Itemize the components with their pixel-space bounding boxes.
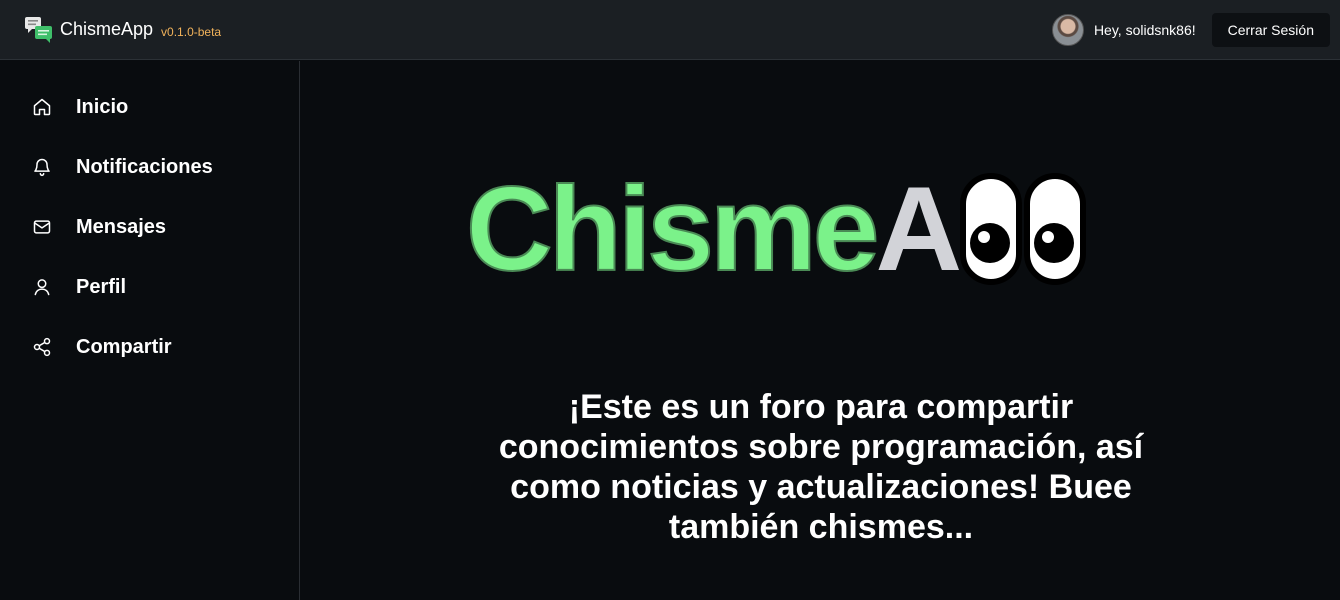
sidebar-item-label: Notificaciones [76, 155, 213, 178]
top-bar: ChismeApp v0.1.0-beta Hey, solidsnk86! C… [0, 0, 1340, 60]
user-icon [32, 277, 52, 297]
right-eye [1024, 173, 1087, 285]
share-icon [32, 337, 52, 357]
user-area: Hey, solidsnk86! Cerrar Sesión [1051, 12, 1330, 47]
main-content: Chisme A ¡Este es un foro para compartir… [300, 61, 1340, 600]
chat-logo-icon [24, 15, 54, 45]
version-badge: v0.1.0-beta [161, 24, 222, 39]
sidebar-item-perfil[interactable]: Perfil [0, 257, 299, 317]
sidebar-item-compartir[interactable]: Compartir [0, 317, 299, 377]
home-icon [32, 97, 52, 117]
sidebar-item-mensajes[interactable]: Mensajes [0, 197, 299, 257]
user-greeting: Hey, solidsnk86! [1093, 21, 1196, 38]
hero-title-gray: A [875, 162, 962, 296]
eyes-icon [960, 173, 1087, 285]
hero-title-green: Chisme [465, 162, 880, 296]
sidebar-item-label: Inicio [76, 95, 129, 118]
sidebar-item-label: Mensajes [76, 215, 167, 238]
app-name: ChismeApp [60, 19, 154, 39]
sidebar: Inicio Notificaciones Mensajes Perfil Co… [0, 61, 300, 600]
sidebar-item-label: Compartir [76, 335, 172, 358]
sidebar-item-inicio[interactable]: Inicio [0, 77, 299, 137]
left-eye [960, 173, 1023, 285]
brand[interactable]: ChismeApp v0.1.0-beta [24, 15, 221, 45]
logout-button[interactable]: Cerrar Sesión [1211, 12, 1330, 47]
mail-icon [32, 217, 52, 237]
hero-tagline: ¡Este es un foro para compartir conocimi… [498, 388, 1144, 546]
sidebar-item-label: Perfil [76, 275, 127, 298]
sidebar-item-notificaciones[interactable]: Notificaciones [0, 137, 299, 197]
bell-icon [32, 157, 52, 177]
hero-logo: Chisme A [465, 159, 1087, 299]
avatar[interactable] [1051, 13, 1084, 46]
